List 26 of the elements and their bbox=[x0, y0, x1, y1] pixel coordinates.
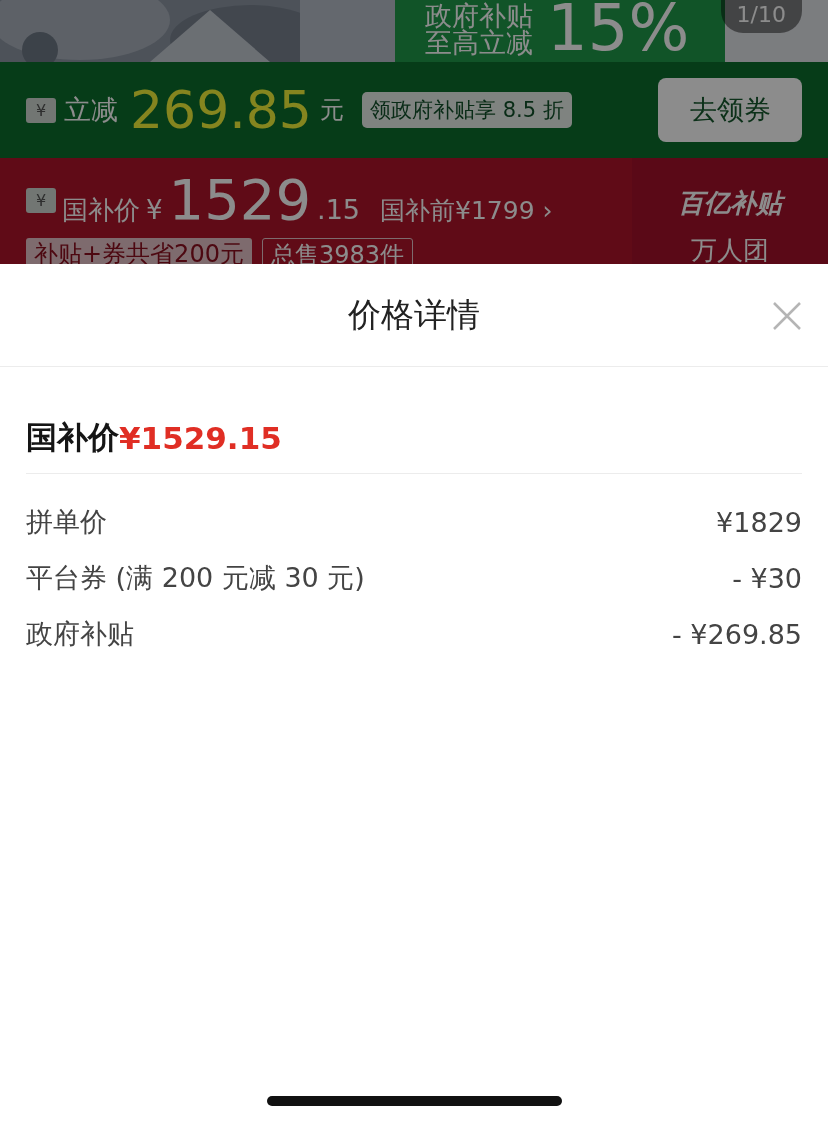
close-icon[interactable] bbox=[772, 301, 802, 331]
detail-label: 拼单价 bbox=[26, 505, 107, 539]
original-price-link[interactable]: 国补前¥1799 › bbox=[380, 194, 553, 227]
promo-text: 政府补贴 bbox=[425, 2, 533, 29]
detail-value: - ¥30 bbox=[732, 562, 802, 594]
subsidy-tip: 领政府补贴享 8.5 折 bbox=[361, 92, 572, 128]
promo-percent: 15% bbox=[547, 0, 690, 60]
group-text: 万人团 bbox=[691, 234, 769, 267]
sheet-title: 价格详情 bbox=[348, 293, 480, 336]
discount-unit: 元 bbox=[319, 95, 344, 126]
discount-label: 立减 bbox=[64, 93, 118, 127]
detail-label: 平台券 (满 200 元减 30 元) bbox=[26, 561, 365, 595]
detail-label: 政府补贴 bbox=[26, 617, 134, 651]
final-price-label: 国补价 bbox=[26, 418, 119, 457]
price-decimal: .15 bbox=[317, 194, 360, 225]
ticket-icon: ¥ bbox=[26, 97, 56, 123]
discount-amount: 269.85 bbox=[130, 80, 312, 140]
price-label: 国补价 bbox=[62, 194, 140, 227]
coupon-button[interactable]: 去领券 bbox=[658, 78, 802, 142]
price-integer: 1529 bbox=[168, 172, 312, 228]
detail-value: - ¥269.85 bbox=[672, 618, 802, 650]
ticket-icon: ¥ bbox=[26, 187, 56, 213]
final-price: ¥1529.15 bbox=[119, 420, 282, 456]
promo-text: 至高立减 bbox=[425, 29, 533, 56]
detail-value: ¥1829 bbox=[716, 506, 802, 538]
currency-sign: ¥ bbox=[146, 195, 163, 225]
